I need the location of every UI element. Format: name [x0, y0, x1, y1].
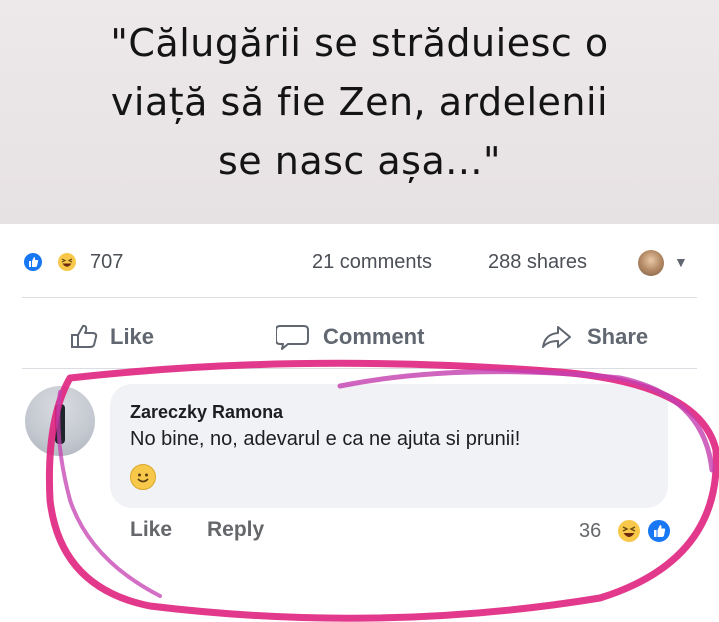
comment-action-bar: Like Reply 36	[0, 518, 719, 548]
comment-reaction-count[interactable]: 36	[579, 520, 601, 543]
quote-line: se nasc așa..."	[218, 139, 501, 183]
haha-reaction-icon[interactable]	[616, 518, 642, 544]
like-reaction-icon[interactable]	[646, 518, 672, 544]
divider	[22, 368, 697, 369]
smile-icon	[130, 464, 156, 490]
shares-count[interactable]: 288 shares	[488, 251, 587, 274]
quote-text: "Călugării se străduiesc o viață să fie …	[0, 14, 719, 191]
comment-bubble: Zareczky Ramona No bine, no, adevarul e …	[110, 384, 668, 508]
quote-line: "Călugării se străduiesc o	[110, 21, 609, 65]
avatar-figure	[55, 404, 65, 444]
comment-author[interactable]: Zareczky Ramona	[130, 402, 283, 423]
comment-button[interactable]: Comment	[276, 321, 456, 350]
thumbs-up-icon	[71, 324, 98, 348]
share-button[interactable]: Share	[540, 321, 670, 349]
post-stats-bar: 707 21 comments 288 shares ▼	[0, 240, 719, 284]
quote-image: "Călugării se străduiesc o viață să fie …	[0, 0, 719, 224]
like-label: Like	[110, 324, 155, 349]
comment-label: Comment	[323, 324, 425, 349]
comment-reply-button[interactable]: Reply	[207, 518, 264, 542]
comment-text: No bine, no, adevarul e ca ne ajuta si p…	[130, 428, 521, 450]
like-reaction-icon[interactable]	[22, 251, 44, 273]
speech-bubble-icon	[276, 325, 309, 350]
haha-reaction-icon[interactable]	[56, 251, 78, 273]
share-arrow-icon	[542, 326, 571, 348]
like-button[interactable]: Like	[70, 321, 170, 349]
caret-down-icon[interactable]: ▼	[674, 254, 688, 270]
comments-count[interactable]: 21 comments	[312, 251, 432, 274]
comment-like-button[interactable]: Like	[130, 518, 172, 542]
share-label: Share	[587, 324, 649, 349]
commenter-avatar[interactable]	[25, 386, 95, 456]
viewer-avatar[interactable]	[638, 250, 664, 276]
quote-line: viață să fie Zen, ardelenii	[110, 80, 609, 124]
post-action-bar: Like Comment Share	[0, 312, 719, 358]
divider	[22, 297, 697, 298]
reaction-count[interactable]: 707	[90, 251, 123, 274]
